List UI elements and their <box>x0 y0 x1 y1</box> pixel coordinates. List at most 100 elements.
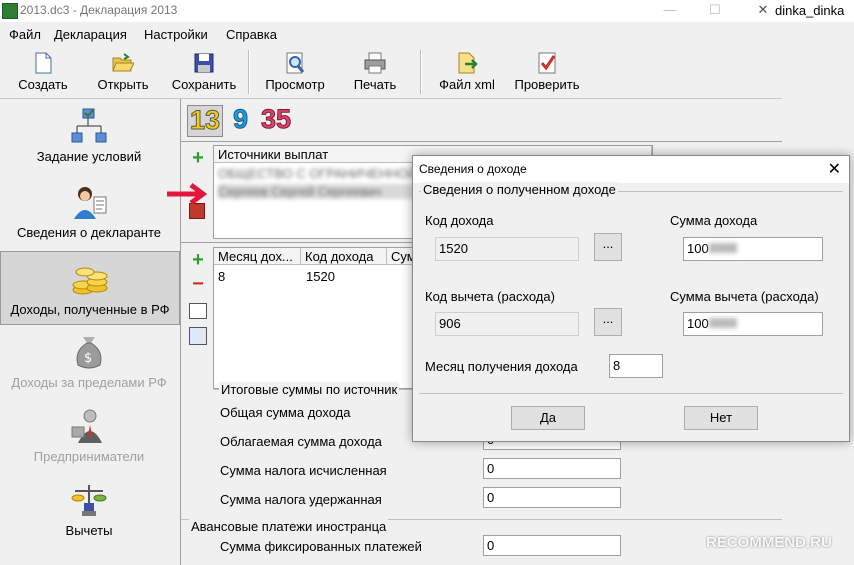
xml-label: Файл xml <box>439 77 495 92</box>
title-bar: 2013.dc3 - Декларация 2013 — ☐ ✕ dinka_d… <box>0 0 854 22</box>
red-arrow-icon <box>167 183 208 205</box>
person-icon <box>70 183 108 221</box>
fixed-payments-field[interactable]: 0 <box>483 535 621 556</box>
preview-button[interactable]: Просмотр <box>258 50 332 96</box>
toolbar-separator <box>420 50 422 94</box>
menu-settings[interactable]: Настройки <box>144 27 208 42</box>
tax-calculated-label: Сумма налога исчисленная <box>220 463 387 478</box>
copy-income-icon[interactable] <box>189 327 207 345</box>
income-code-field[interactable]: 1520 <box>435 237 579 261</box>
sidebar-item-deductions[interactable]: Вычеты <box>0 481 178 551</box>
floppy-disk-icon <box>193 52 215 74</box>
income-cell-code[interactable]: 1520 <box>306 269 335 284</box>
tax-withheld-label: Сумма налога удержанная <box>220 492 382 507</box>
user-tag: dinka_dinka <box>775 3 845 18</box>
add-source-icon[interactable]: + <box>189 148 207 168</box>
deduction-sum-field[interactable]: 100 <box>683 312 823 336</box>
fixed-payments-label: Сумма фиксированных платежей <box>220 539 422 554</box>
advance-group-title: Авансовые платежи иностранца <box>189 519 389 534</box>
remove-income-icon[interactable]: − <box>189 274 207 294</box>
sidebar: Задание условий Сведения о декларанте До… <box>0 99 181 565</box>
income-dialog: Сведения о доходе ✕ Сведения о полученно… <box>412 155 850 442</box>
sidebar-item-declarant[interactable]: Сведения о декларанте <box>0 183 178 253</box>
folder-open-icon <box>112 52 135 74</box>
dialog-separator <box>419 393 843 394</box>
watermark-text: RECOMMEND.RU <box>706 534 832 551</box>
printer-icon <box>364 52 386 74</box>
income-col-month[interactable]: Месяц дох... <box>214 248 301 265</box>
xml-file-button[interactable]: Файл xml <box>432 50 502 96</box>
maximize-button[interactable]: ☐ <box>700 0 730 22</box>
dialog-title: Сведения о доходе <box>419 162 527 176</box>
sidebar-label: Предприниматели <box>33 449 145 464</box>
sidebar-label: Задание условий <box>36 149 142 164</box>
close-window-button[interactable]: ✕ <box>748 0 778 22</box>
sidebar-item-entrepreneurs[interactable]: Предприниматели <box>0 407 178 477</box>
totals-group-title: Итоговые суммы по источник <box>219 382 400 397</box>
save-button[interactable]: Сохранить <box>166 50 242 96</box>
income-sum-label: Сумма дохода <box>670 213 758 228</box>
sidebar-label: Доходы за пределами РФ <box>11 375 167 390</box>
dialog-close-button[interactable]: ✕ <box>828 159 841 179</box>
ok-button[interactable]: Да <box>511 406 585 430</box>
check-button[interactable]: Проверить <box>508 50 586 96</box>
menu-help[interactable]: Справка <box>226 27 277 42</box>
create-button[interactable]: Создать <box>8 50 78 96</box>
preview-label: Просмотр <box>265 77 325 92</box>
income-cell-month[interactable]: 8 <box>218 269 225 284</box>
month-field[interactable]: 8 <box>609 354 663 378</box>
rate-tab-13[interactable]: 13 <box>187 105 223 137</box>
deduction-sum-value: 100 <box>687 316 709 331</box>
magnifier-icon <box>284 52 306 74</box>
coins-icon <box>71 260 109 298</box>
rate-13-label: 13 <box>189 105 221 136</box>
money-bag-icon: $ <box>70 333 108 371</box>
deduction-sum-label: Сумма вычета (расхода) <box>670 289 819 304</box>
sidebar-label: Сведения о декларанте <box>17 225 161 240</box>
dialog-group-title: Сведения о полученном доходе <box>421 182 618 197</box>
taxable-income-label: Облагаемая сумма дохода <box>220 434 382 449</box>
tax-withheld-field[interactable]: 0 <box>483 487 621 508</box>
sidebar-label: Доходы, полученные в РФ <box>10 302 170 317</box>
open-button[interactable]: Открыть <box>88 50 158 96</box>
open-label: Открыть <box>97 77 149 92</box>
redacted-digits <box>708 318 737 328</box>
svg-text:$: $ <box>84 351 92 366</box>
sidebar-label: Вычеты <box>65 523 113 538</box>
rate-tab-9[interactable]: 9 <box>231 104 253 135</box>
check-label: Проверить <box>514 77 580 92</box>
minimize-button[interactable]: — <box>655 0 685 22</box>
sidebar-item-conditions[interactable]: Задание условий <box>0 107 178 179</box>
income-sum-value: 100 <box>687 241 709 256</box>
menu-declaration[interactable]: Декларация <box>54 27 127 42</box>
redacted-digits <box>708 243 737 253</box>
window-title: 2013.dc3 - Декларация 2013 <box>20 3 178 17</box>
source-row[interactable]: ОБЩЕСТВО С ОГРАНИЧЕННОЙ <box>218 166 417 181</box>
rate-tab-35[interactable]: 35 <box>259 104 297 135</box>
menu-bar: Файл Декларация Настройки Справка <box>0 22 782 47</box>
cancel-button[interactable]: Нет <box>684 406 758 430</box>
income-code-label: Код дохода <box>425 213 494 228</box>
divider <box>181 141 782 142</box>
income-code-select-button[interactable]: ... <box>594 233 622 261</box>
menu-file[interactable]: Файл <box>9 27 41 42</box>
dialog-title-bar: Сведения о доходе ✕ <box>413 156 849 183</box>
new-document-icon <box>32 52 54 74</box>
print-button[interactable]: Печать <box>343 50 407 96</box>
tax-calculated-field[interactable]: 0 <box>483 458 621 479</box>
income-sum-field[interactable]: 100 <box>683 237 823 261</box>
income-col-code[interactable]: Код дохода <box>301 248 387 265</box>
deduction-code-select-button[interactable]: ... <box>594 308 622 336</box>
print-label: Печать <box>353 77 397 92</box>
add-income-icon[interactable]: + <box>189 250 207 270</box>
deduction-code-field[interactable]: 906 <box>435 312 579 336</box>
sidebar-item-income-rf[interactable]: Доходы, полученные в РФ <box>0 251 180 325</box>
sidebar-item-income-abroad[interactable]: $ Доходы за пределами РФ <box>0 333 178 403</box>
xml-export-icon <box>456 52 478 74</box>
toolbar-separator <box>248 50 250 94</box>
scales-icon <box>70 481 108 519</box>
month-label: Месяц получения дохода <box>425 359 578 374</box>
edit-income-icon[interactable] <box>189 303 207 319</box>
total-income-label: Общая сумма дохода <box>220 405 351 420</box>
create-label: Создать <box>18 77 68 92</box>
